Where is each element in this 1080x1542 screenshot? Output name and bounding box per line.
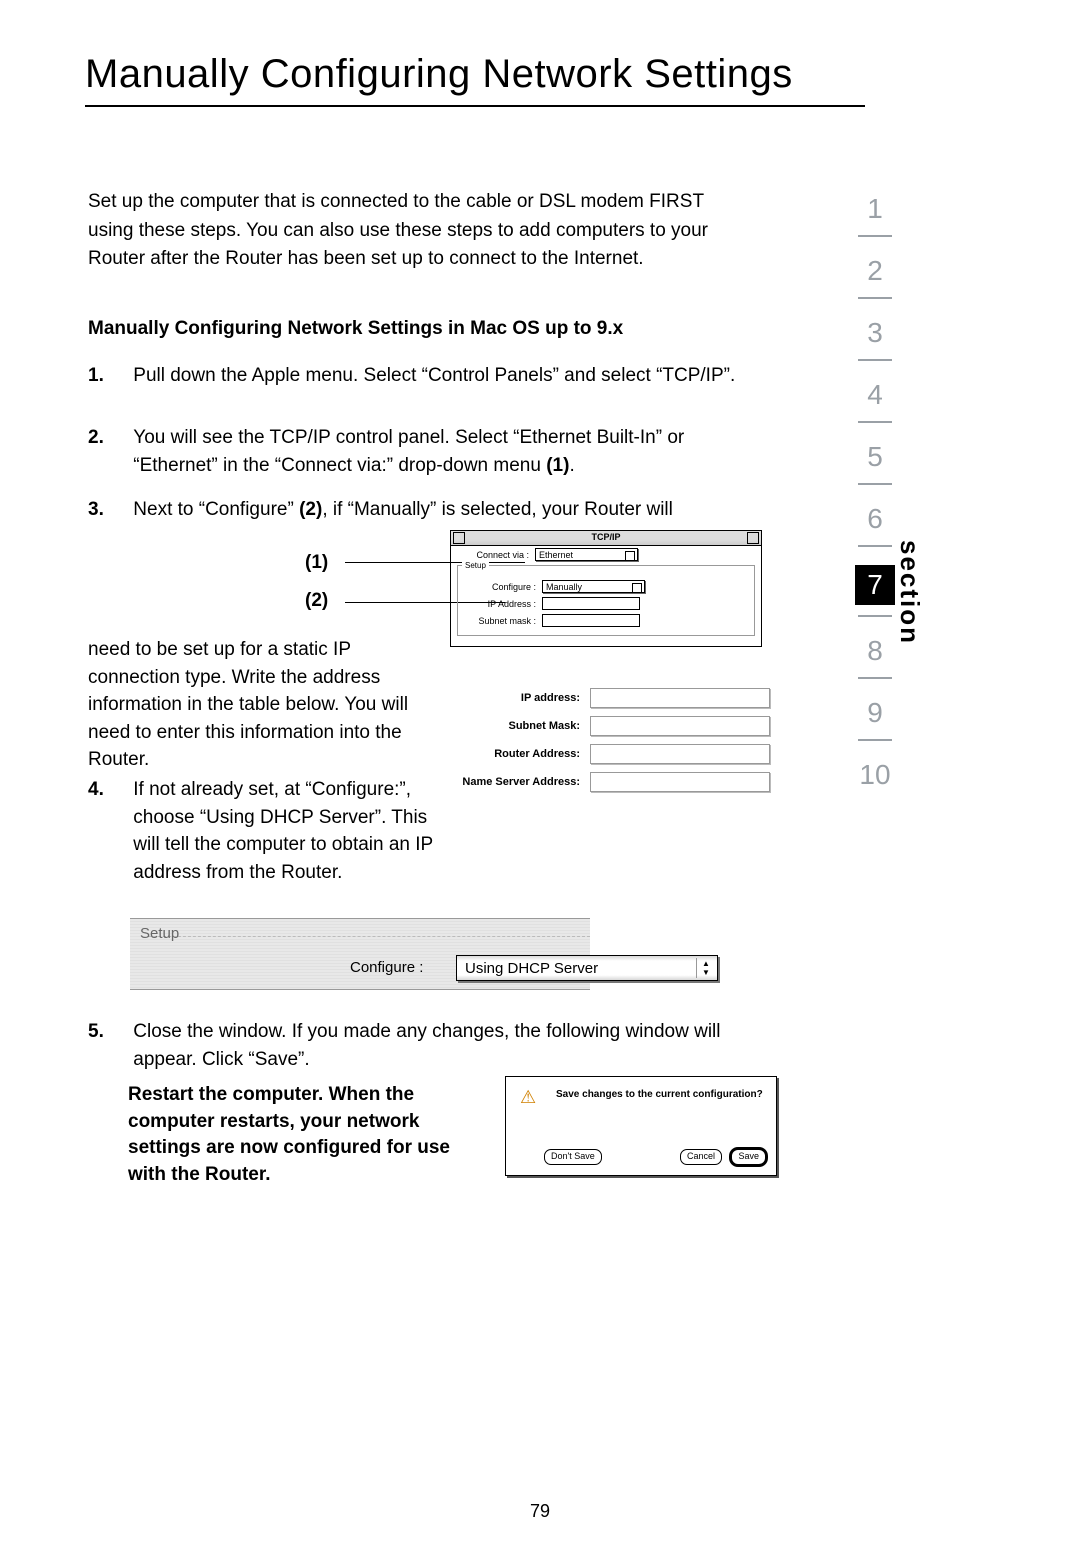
step-5-text: Close the window. If you made any change… [133,1018,773,1073]
resize-widget[interactable] [747,532,759,544]
figure-callouts: (1) (2) [305,552,328,628]
section-7-active: 7 [855,565,895,605]
connect-via-value: Ethernet [539,550,573,560]
setup-border [148,936,590,937]
addr-router-label: Router Address: [450,748,580,760]
step-2-text: You will see the TCP/IP control panel. S… [133,424,773,479]
step-2-text-a: You will see the TCP/IP control panel. S… [133,427,684,476]
tcpip-title: TCP/IP [451,531,761,542]
ip-address-label: IP Address : [466,599,536,609]
section-1: 1 [855,193,895,225]
step-3-text-c: , if “Manually” is selected, your Router… [322,499,673,520]
step-1-number: 1. [88,362,128,390]
connect-via-dropdown[interactable]: Ethernet [535,548,638,561]
title-rule [85,105,865,107]
configure-dropdown[interactable]: Manually [542,580,645,593]
warning-icon: ⚠ [520,1087,536,1108]
section-sep [858,297,892,299]
section-5: 5 [855,441,895,473]
section-sep [858,677,892,679]
step-2-ref1: (1) [546,455,569,476]
callout-2: (2) [305,590,328,612]
setup-region: Setup Configure : Manually IP Address : … [457,565,755,636]
setup-label-2: Setup [140,925,179,942]
dont-save-button[interactable]: Don't Save [544,1149,602,1165]
restart-note: Restart the computer. When the computer … [128,1082,468,1188]
addr-ip-cell[interactable] [590,688,770,708]
step-5: 5. Close the window. If you made any cha… [88,1018,788,1073]
section-tabs: 1 2 3 4 5 6 7 8 9 10 [855,175,895,801]
section-sep [858,421,892,423]
section-sep [858,615,892,617]
section-3: 3 [855,317,895,349]
save-dialog-message: Save changes to the current configuratio… [556,1089,763,1100]
step-3-text-a: Next to “Configure” [133,499,299,520]
step-2-number: 2. [88,424,128,452]
step-3-ref2: (2) [299,499,322,520]
step-1-text: Pull down the Apple menu. Select “Contro… [133,362,773,390]
subnet-mask-label: Subnet mask : [466,616,536,626]
cancel-button[interactable]: Cancel [680,1149,722,1165]
addr-subnet-cell[interactable] [590,716,770,736]
section-6: 6 [855,503,895,535]
addr-subnet-label: Subnet Mask: [450,720,580,732]
page-number: 79 [0,1501,1080,1522]
addr-router-cell[interactable] [590,744,770,764]
section-4: 4 [855,379,895,411]
section-sep [858,739,892,741]
section-sep [858,235,892,237]
section-10: 10 [855,759,895,791]
mac-os-subhead: Manually Configuring Network Settings in… [88,318,728,340]
dhcp-panel: Setup Configure : Using DHCP Server ▲▼ [130,918,590,990]
section-sep [858,483,892,485]
section-8: 8 [855,635,895,667]
step-2-text-c: . [569,455,574,476]
configure-value: Manually [546,582,582,592]
section-vertical-label: section [894,540,925,645]
section-9: 9 [855,697,895,729]
tcpip-titlebar: TCP/IP [451,531,761,546]
subnet-mask-field[interactable] [542,614,640,627]
step-3-continuation: need to be set up for a static IP connec… [88,636,438,774]
step-4: 4. If not already set, at “Configure:”, … [88,776,788,886]
close-widget[interactable] [453,532,465,544]
step-1: 1. Pull down the Apple menu. Select “Con… [88,362,788,390]
configure-label-2: Configure : [350,959,423,976]
section-2: 2 [855,255,895,287]
intro-paragraph: Set up the computer that is connected to… [88,188,728,274]
ip-address-field[interactable] [542,597,640,610]
tcpip-control-panel: TCP/IP Connect via : Ethernet Setup Conf… [450,530,762,647]
step-2: 2. You will see the TCP/IP control panel… [88,424,788,479]
connect-via-label: Connect via : [459,550,529,560]
configure-dhcp-value: Using DHCP Server [465,960,598,977]
configure-dhcp-dropdown[interactable]: Using DHCP Server ▲▼ [456,955,718,981]
addr-ip-label: IP address: [450,692,580,704]
page-title: Manually Configuring Network Settings [85,52,793,97]
dropdown-arrows-icon: ▲▼ [696,958,715,978]
setup-region-label: Setup [462,561,489,570]
step-3: 3. Next to “Configure” (2), if “Manually… [88,496,788,524]
section-sep [858,359,892,361]
step-5-number: 5. [88,1018,128,1046]
callout-1: (1) [305,552,328,574]
save-dialog: ⚠ Save changes to the current configurat… [505,1076,777,1176]
step-3-text: Next to “Configure” (2), if “Manually” i… [133,496,773,524]
configure-label: Configure : [466,582,536,592]
section-sep [858,545,892,547]
save-button[interactable]: Save [731,1149,766,1165]
step-3-number: 3. [88,496,128,524]
step-4-number: 4. [88,776,128,804]
step-4-text: If not already set, at “Configure:”, cho… [133,776,453,886]
